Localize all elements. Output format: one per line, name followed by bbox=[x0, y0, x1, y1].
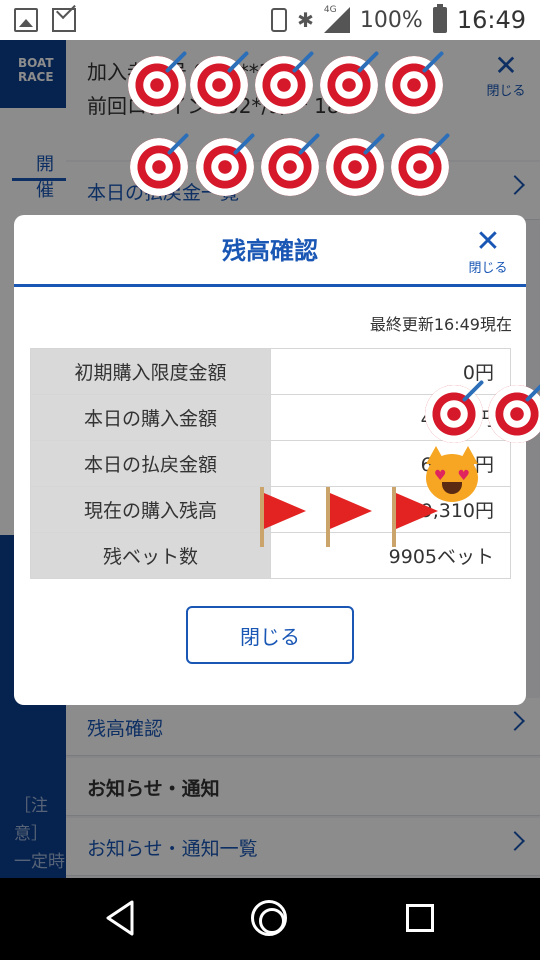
dialog-close-footer-button[interactable]: 閉じる bbox=[186, 606, 354, 664]
row-label: 本日の払戻金額 bbox=[30, 440, 271, 487]
battery-icon bbox=[432, 4, 447, 33]
mail-notification-icon bbox=[52, 8, 76, 32]
clock: 16:49 bbox=[456, 6, 526, 34]
target-icon bbox=[425, 385, 483, 443]
target-icon bbox=[128, 56, 186, 114]
row-label: 初期購入限度金額 bbox=[30, 348, 271, 395]
last-updated: 最終更新16:49現在 bbox=[369, 315, 512, 334]
target-icon bbox=[190, 56, 248, 114]
row-label: 残ベット数 bbox=[30, 532, 271, 579]
target-icon bbox=[326, 138, 384, 196]
row-label: 現在の購入残高 bbox=[30, 486, 271, 533]
system-nav-bar bbox=[0, 878, 540, 960]
phone-vibrate-icon bbox=[271, 8, 288, 32]
dialog-close-button[interactable]: ✕ 閉じる bbox=[464, 224, 512, 277]
target-icon bbox=[488, 385, 540, 443]
dialog-close-label: 閉じる bbox=[468, 261, 508, 276]
status-bar: ✱ 4G 100% 16:49 bbox=[0, 0, 540, 40]
dialog-title: 残高確認 bbox=[222, 237, 318, 265]
red-flag-icon bbox=[324, 487, 374, 547]
target-icon bbox=[261, 138, 319, 196]
image-notification-icon bbox=[14, 8, 38, 32]
bluetooth-icon: ✱ bbox=[297, 8, 314, 32]
target-icon bbox=[130, 138, 188, 196]
target-icon bbox=[320, 56, 378, 114]
target-icon bbox=[385, 56, 443, 114]
target-icon bbox=[255, 56, 313, 114]
back-icon[interactable] bbox=[104, 900, 136, 936]
network-type: 4G bbox=[323, 5, 337, 15]
row-label: 本日の購入金額 bbox=[30, 394, 271, 441]
red-flag-icon bbox=[258, 487, 308, 547]
battery-percent: 100% bbox=[359, 7, 423, 33]
recent-apps-icon[interactable] bbox=[406, 904, 434, 932]
signal-icon: 4G bbox=[323, 5, 350, 33]
table-row: 初期購入限度金額 0円 bbox=[30, 348, 511, 395]
home-icon[interactable] bbox=[251, 900, 287, 936]
close-icon: ✕ bbox=[475, 224, 501, 259]
dialog-header: 残高確認 ✕ 閉じる bbox=[14, 215, 526, 287]
target-icon bbox=[391, 138, 449, 196]
target-icon bbox=[196, 138, 254, 196]
red-flag-icon bbox=[390, 487, 440, 547]
